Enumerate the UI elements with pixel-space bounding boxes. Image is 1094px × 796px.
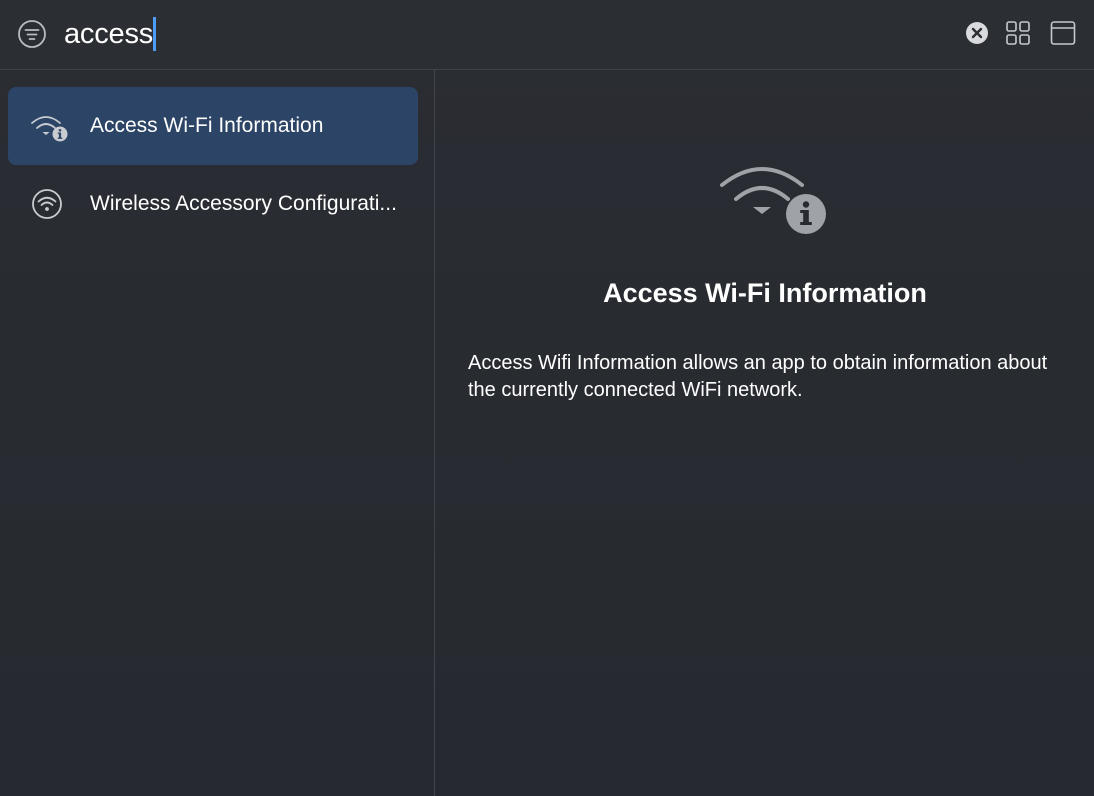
window-icon[interactable] <box>1050 20 1076 46</box>
search-input[interactable]: access <box>64 12 157 56</box>
detail-description: Access Wifi Information allows an app to… <box>468 352 1048 401</box>
search-bar: access <box>0 0 1094 70</box>
detail-title: Access Wi-Fi Information <box>603 278 927 308</box>
wifi-info-icon <box>720 167 826 234</box>
list-item-wireless-accessory-configuration[interactable]: Wireless Accessory Configurati... <box>8 165 418 243</box>
results-list: Access Wi-Fi Information Wireless Access… <box>0 70 435 796</box>
list-item-access-wifi-information[interactable]: Access Wi-Fi Information <box>8 87 418 165</box>
list-item-label: Access Wi-Fi Information <box>90 114 324 137</box>
search-query[interactable]: access <box>64 12 153 56</box>
capability-search-window: access Access Wi-Fi Information Wireless… <box>0 0 1094 796</box>
grid-view-icon[interactable] <box>1005 20 1031 46</box>
clear-icon[interactable] <box>965 21 989 45</box>
filter-icon[interactable] <box>17 19 47 49</box>
text-caret <box>153 17 157 51</box>
detail-pane: Access Wi-Fi Information Access Wifi Inf… <box>436 70 1094 796</box>
wifi-info-icon <box>31 116 68 142</box>
wifi-circle-icon <box>32 189 62 219</box>
list-item-label: Wireless Accessory Configurati... <box>90 192 397 215</box>
